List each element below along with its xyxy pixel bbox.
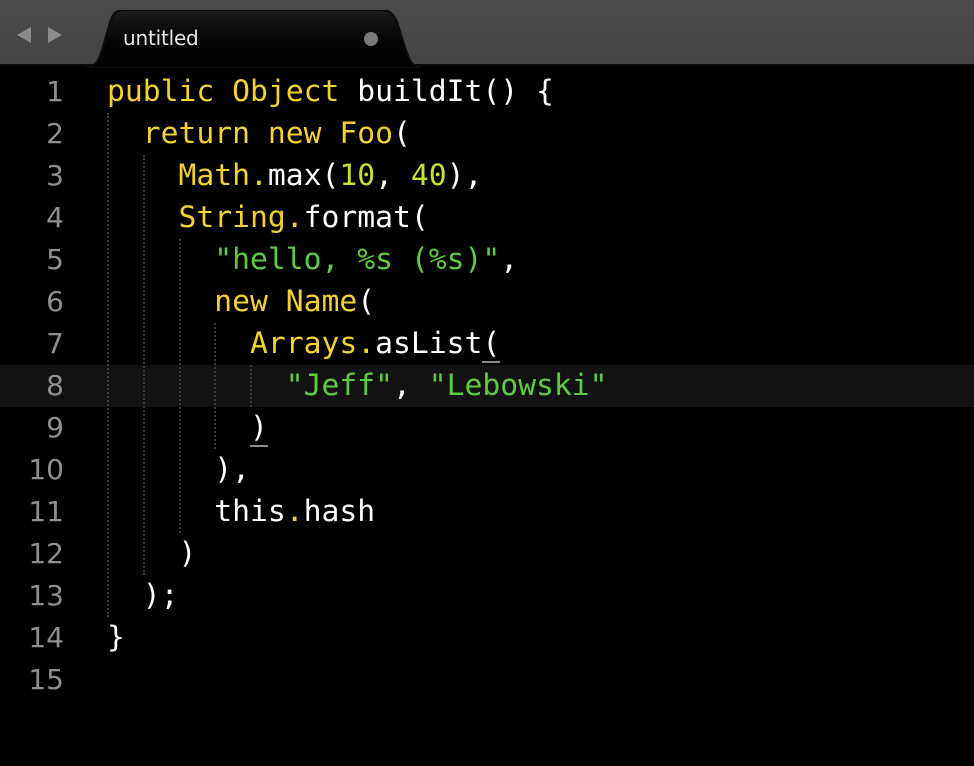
code-text: } (107, 617, 125, 659)
code-line[interactable]: 10 ), (0, 449, 974, 491)
line-number: 4 (46, 201, 64, 234)
code-text: ) (107, 407, 268, 449)
arrow-left-icon[interactable] (17, 27, 31, 43)
code-line[interactable]: 4 String.format( (0, 197, 974, 239)
token-str: "Jeff" (285, 368, 393, 403)
token-kw: String. (178, 200, 304, 235)
token-str: "hello, %s (%s)" (214, 242, 501, 277)
line-number: 13 (28, 579, 64, 612)
line-number: 5 (46, 243, 64, 276)
code-line[interactable]: 13 ); (0, 575, 974, 617)
line-number: 15 (28, 663, 64, 696)
code-line[interactable]: 14} (0, 617, 974, 659)
tab-bar: untitled (0, 0, 974, 68)
token-plain: ( (357, 284, 376, 319)
code-text: Arrays.asList( (107, 323, 501, 365)
code-line[interactable]: 12 ) (0, 533, 974, 575)
token-plain: format( (303, 200, 429, 235)
token-kw: Arrays. (250, 326, 376, 361)
token-plain: } (107, 620, 125, 655)
line-number: 6 (46, 285, 64, 318)
token-plain: , (500, 242, 519, 277)
unsaved-dot-icon[interactable] (364, 32, 378, 46)
code-line[interactable]: 9 ) (0, 407, 974, 449)
code-text: ) (107, 533, 196, 575)
token-plain: asList (375, 326, 483, 361)
line-number: 2 (46, 117, 64, 150)
code-line[interactable]: 5 "hello, %s (%s)", (0, 239, 974, 281)
code-line[interactable]: 8 "Jeff", "Lebowski" (0, 365, 974, 407)
token-plain: , (375, 158, 411, 193)
token-kw: new Name (214, 284, 358, 319)
code-line[interactable]: 1 public Object buildIt() { (0, 71, 974, 113)
code-text: public Object buildIt() { (107, 71, 554, 113)
code-text: return new Foo( (107, 113, 411, 155)
code-line[interactable]: 3 Math.max(10, 40), (0, 155, 974, 197)
code-text: ); (107, 575, 179, 617)
line-number: 3 (46, 159, 64, 192)
code-text: "Jeff", "Lebowski" (107, 365, 608, 407)
code-text: new Name( (107, 281, 375, 323)
line-number: 7 (46, 327, 64, 360)
line-number: 1 (46, 75, 64, 108)
token-plain: buildIt() { (339, 74, 554, 109)
code-text: this.hash (107, 491, 375, 533)
code-text: String.format( (107, 197, 429, 239)
token-num: 10 (339, 158, 376, 193)
line-number: 9 (46, 411, 64, 444)
indent-guide (250, 365, 253, 407)
line-number: 8 (46, 369, 64, 402)
tab-untitled[interactable]: untitled (86, 10, 422, 68)
token-plain: this (107, 494, 286, 529)
code-text: "hello, %s (%s)", (107, 239, 518, 281)
token-kw: Math. (178, 158, 268, 193)
code-line[interactable]: 15 (0, 659, 974, 701)
token-num: 40 (410, 158, 447, 193)
code-text: Math.max(10, 40), (107, 155, 483, 197)
token-match: ( (482, 326, 501, 363)
token-plain: ); (107, 578, 179, 613)
indent-guide (214, 323, 217, 449)
token-plain: ) (107, 536, 197, 571)
token-plain: ( (392, 116, 411, 151)
code-line[interactable]: 2 return new Foo( (0, 113, 974, 155)
line-number: 11 (28, 495, 64, 528)
token-kw: return new Foo (142, 116, 393, 151)
code-line[interactable]: 11 this.hash (0, 491, 974, 533)
line-number: 14 (28, 621, 64, 654)
line-number: 10 (28, 453, 64, 486)
line-number: 12 (28, 537, 64, 570)
arrow-right-icon[interactable] (48, 27, 62, 43)
code-editor[interactable]: 1 public Object buildIt() {2 return new F… (0, 68, 974, 766)
token-match: ) (250, 410, 268, 447)
indent-guide (107, 113, 109, 617)
token-plain: ), (446, 158, 483, 193)
tab-title: untitled (123, 26, 199, 50)
token-plain: hash (303, 494, 376, 529)
code-line[interactable]: 6 new Name( (0, 281, 974, 323)
indent-guide (142, 155, 145, 575)
token-plain: max( (267, 158, 340, 193)
token-plain: , (392, 368, 429, 403)
indent-guide (178, 239, 181, 533)
token-kw: . (285, 494, 304, 529)
token-kw: public Object (107, 74, 340, 109)
code-line[interactable]: 7 Arrays.asList( (0, 323, 974, 365)
token-str: "Lebowski" (428, 368, 608, 403)
